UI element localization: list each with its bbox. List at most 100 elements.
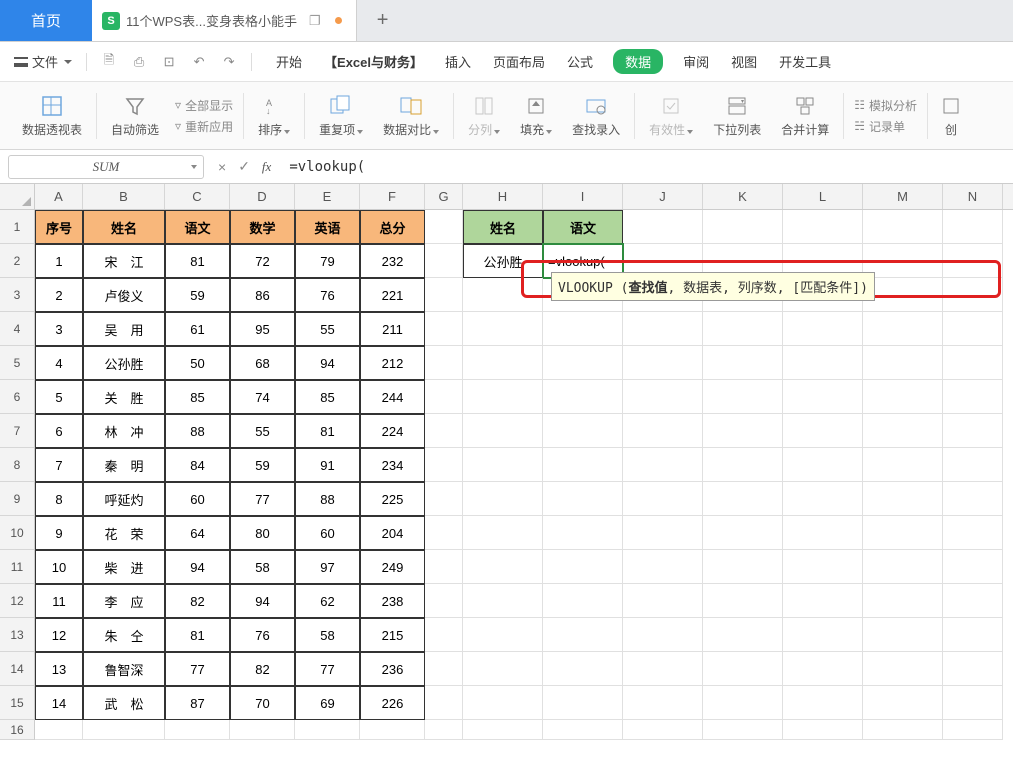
undo-icon[interactable]: ↶ — [191, 54, 207, 70]
split-column-button[interactable]: 分列 — [458, 93, 510, 138]
cell-math[interactable]: 72 — [230, 244, 295, 278]
confirm-button[interactable]: ✓ — [238, 158, 250, 175]
tab-excel-finance[interactable]: 【Excel与财务】 — [322, 48, 425, 75]
cell-english[interactable]: 81 — [295, 414, 360, 448]
cell[interactable] — [863, 414, 943, 448]
cell-math[interactable]: 82 — [230, 652, 295, 686]
cell-english[interactable]: 55 — [295, 312, 360, 346]
row-header-12[interactable]: 12 — [0, 584, 35, 618]
cell[interactable] — [943, 720, 1003, 740]
lookup-name-value[interactable]: 公孙胜 — [463, 244, 543, 278]
cell-name[interactable]: 秦 明 — [83, 448, 165, 482]
cell[interactable] — [463, 346, 543, 380]
cell[interactable] — [623, 516, 703, 550]
tab-data[interactable]: 数据 — [613, 49, 663, 74]
cell[interactable] — [425, 584, 463, 618]
cell-math[interactable]: 59 — [230, 448, 295, 482]
header-chinese[interactable]: 语文 — [165, 210, 230, 244]
cell-math[interactable]: 76 — [230, 618, 295, 652]
column-header-L[interactable]: L — [783, 184, 863, 209]
column-header-A[interactable]: A — [35, 184, 83, 209]
cell-total[interactable]: 211 — [360, 312, 425, 346]
compare-button[interactable]: 数据对比 — [373, 93, 449, 138]
header-name[interactable]: 姓名 — [83, 210, 165, 244]
cell[interactable] — [943, 686, 1003, 720]
window-mode-icon[interactable]: ❐ — [309, 13, 321, 29]
autofilter-button[interactable]: 自动筛选 — [101, 93, 169, 138]
cell[interactable] — [463, 584, 543, 618]
row-header-4[interactable]: 4 — [0, 312, 35, 346]
header-math[interactable]: 数学 — [230, 210, 295, 244]
cell-math[interactable]: 74 — [230, 380, 295, 414]
cell[interactable] — [943, 516, 1003, 550]
cell-chinese[interactable]: 88 — [165, 414, 230, 448]
redo-icon[interactable]: ↷ — [221, 54, 237, 70]
cell-chinese[interactable]: 87 — [165, 686, 230, 720]
cell-chinese[interactable]: 61 — [165, 312, 230, 346]
cell[interactable] — [783, 584, 863, 618]
tooltip-arg1[interactable]: 查找值 — [628, 281, 667, 296]
reapply-button[interactable]: ▿重新应用 — [175, 118, 233, 135]
column-header-M[interactable]: M — [863, 184, 943, 209]
fill-button[interactable]: 填充 — [510, 93, 562, 138]
cell[interactable] — [863, 550, 943, 584]
cell[interactable] — [863, 482, 943, 516]
cell[interactable] — [863, 448, 943, 482]
tab-start[interactable]: 开始 — [274, 48, 304, 75]
cell-english[interactable]: 76 — [295, 278, 360, 312]
cell-math[interactable]: 70 — [230, 686, 295, 720]
cell-seq[interactable]: 6 — [35, 414, 83, 448]
cell-name[interactable]: 武 松 — [83, 686, 165, 720]
cell[interactable] — [863, 652, 943, 686]
cell[interactable] — [703, 312, 783, 346]
find-entry-button[interactable]: 查找录入 — [562, 93, 630, 138]
cell-name[interactable]: 宋 江 — [83, 244, 165, 278]
cell[interactable] — [783, 482, 863, 516]
cell[interactable] — [703, 380, 783, 414]
cell[interactable] — [703, 516, 783, 550]
cell[interactable] — [703, 720, 783, 740]
cell[interactable] — [703, 618, 783, 652]
what-if-button[interactable]: ☷模拟分析 — [854, 97, 917, 114]
document-tab[interactable]: S 11个WPS表...变身表格小能手 ❐ — [92, 0, 357, 41]
cell-name[interactable]: 吴 用 — [83, 312, 165, 346]
cell[interactable] — [623, 550, 703, 584]
cell-chinese[interactable]: 59 — [165, 278, 230, 312]
cell[interactable] — [463, 380, 543, 414]
cell-math[interactable]: 80 — [230, 516, 295, 550]
cell[interactable] — [543, 448, 623, 482]
cell-english[interactable]: 94 — [295, 346, 360, 380]
row-header-6[interactable]: 6 — [0, 380, 35, 414]
cell[interactable] — [543, 584, 623, 618]
row-header-3[interactable]: 3 — [0, 278, 35, 312]
cell[interactable] — [783, 618, 863, 652]
cell-math[interactable]: 95 — [230, 312, 295, 346]
column-header-C[interactable]: C — [165, 184, 230, 209]
cell[interactable] — [943, 312, 1003, 346]
cell[interactable] — [360, 720, 425, 740]
cell[interactable] — [943, 244, 1003, 278]
cell[interactable] — [783, 516, 863, 550]
cell-total[interactable]: 226 — [360, 686, 425, 720]
new-tab-button[interactable]: + — [357, 0, 409, 41]
cell-english[interactable]: 60 — [295, 516, 360, 550]
column-header-G[interactable]: G — [425, 184, 463, 209]
cell[interactable] — [83, 720, 165, 740]
home-tab[interactable]: 首页 — [0, 0, 92, 41]
cell[interactable] — [463, 414, 543, 448]
cell[interactable] — [783, 380, 863, 414]
cell[interactable] — [463, 550, 543, 584]
cell[interactable] — [623, 584, 703, 618]
cell-math[interactable]: 94 — [230, 584, 295, 618]
cell[interactable] — [943, 278, 1003, 312]
row-header-10[interactable]: 10 — [0, 516, 35, 550]
row-header-13[interactable]: 13 — [0, 618, 35, 652]
sort-button[interactable]: A↓ 排序 — [248, 93, 300, 138]
cell-english[interactable]: 91 — [295, 448, 360, 482]
lookup-header-chinese[interactable]: 语文 — [543, 210, 623, 244]
cell[interactable] — [623, 652, 703, 686]
cell[interactable] — [623, 618, 703, 652]
cell[interactable] — [783, 550, 863, 584]
cell[interactable] — [425, 380, 463, 414]
cell[interactable] — [425, 550, 463, 584]
